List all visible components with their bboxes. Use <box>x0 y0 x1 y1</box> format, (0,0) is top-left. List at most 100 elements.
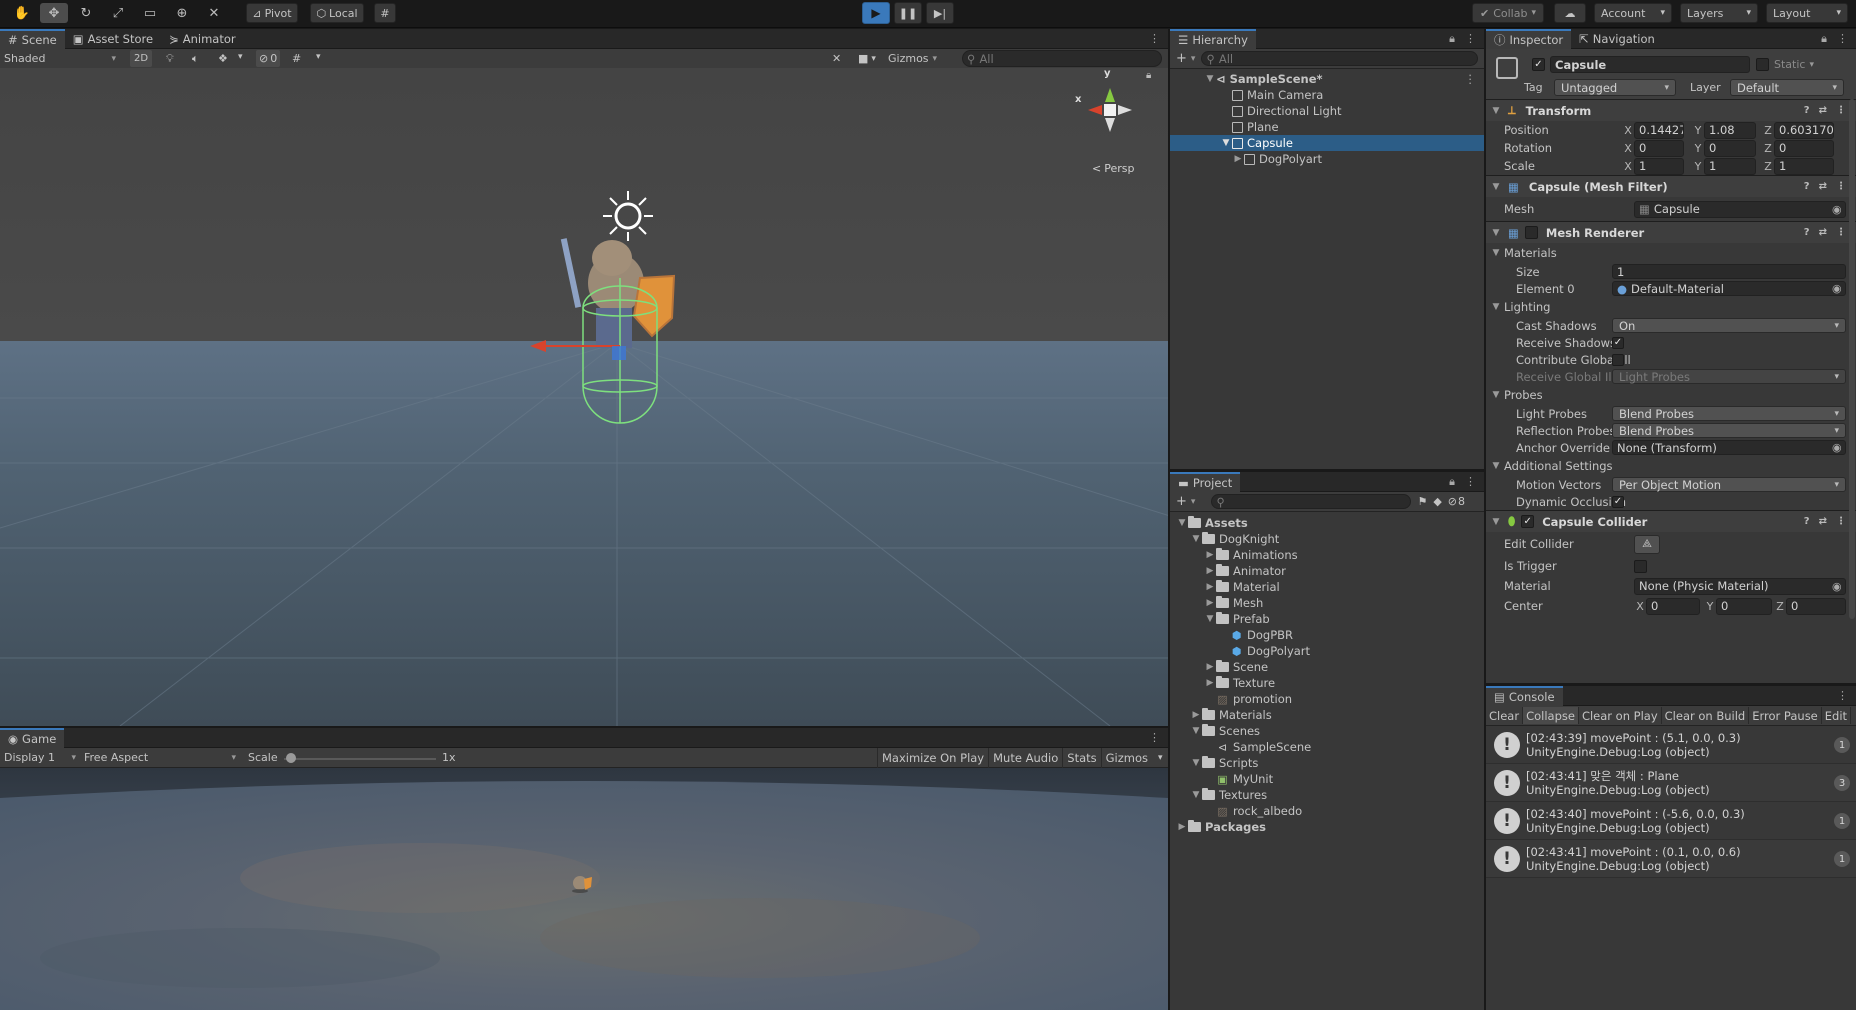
hierarchy-item-dogpolyart[interactable]: ▶ DogPolyart <box>1170 151 1484 167</box>
transform-tool-icon[interactable]: ⊕ <box>168 3 196 23</box>
project-item[interactable]: ▶ Material <box>1170 579 1484 595</box>
layers-dropdown[interactable]: Layers ▾ <box>1680 3 1758 23</box>
object-picker-icon[interactable]: ◉ <box>1832 580 1842 593</box>
scale-x-field[interactable]: 1 <box>1634 157 1684 175</box>
chevron-down-icon[interactable]: ▼ <box>1204 74 1216 84</box>
tab-console[interactable]: ▤ Console <box>1486 685 1563 706</box>
chevron-down-icon[interactable]: ▼ <box>1490 248 1502 258</box>
clear-button[interactable]: Clear <box>1486 707 1524 724</box>
tab-hierarchy[interactable]: ☰ Hierarchy <box>1170 28 1256 49</box>
capsule-collider-header[interactable]: ▼ ⬮ ✓ Capsule Collider ? ⇄ ⋮ <box>1486 510 1856 532</box>
position-z-field[interactable]: 0.603170 <box>1774 121 1834 139</box>
preset-icon[interactable]: ⇄ <box>1819 181 1827 192</box>
camera-dropdown[interactable]: ■ ▾ <box>858 52 876 65</box>
display-dropdown[interactable]: Display 1 <box>4 751 76 764</box>
hierarchy-item-main-camera[interactable]: Main Camera <box>1170 87 1484 103</box>
object-name-field[interactable]: Capsule <box>1550 56 1750 73</box>
center-x-field[interactable]: 0 <box>1646 597 1700 615</box>
help-icon[interactable]: ? <box>1804 105 1810 116</box>
chevron-down-icon[interactable]: ▼ <box>1204 614 1216 624</box>
edit-collider-button[interactable]: ⟁ <box>1634 534 1660 554</box>
scene-root[interactable]: ▼ ⊲ SampleScene* ⋮ <box>1170 71 1484 87</box>
lock-icon[interactable]: 🔒︎ <box>1146 70 1151 81</box>
clear-on-build-toggle[interactable]: Clear on Build <box>1662 707 1750 724</box>
scale-slider-track[interactable] <box>284 758 436 760</box>
layout-dropdown[interactable]: Layout ▾ <box>1766 3 1848 23</box>
console-entry[interactable]: ! [02:43:41] movePoint : (0.1, 0.0, 0.6) U… <box>1486 840 1856 878</box>
inspector-scrollbar[interactable] <box>1849 99 1855 619</box>
center-z-field[interactable]: 0 <box>1786 597 1846 615</box>
static-checkbox[interactable] <box>1756 58 1769 71</box>
materials-size-field[interactable]: 1 <box>1612 264 1846 279</box>
tab-asset-store[interactable]: ▣ Asset Store <box>65 29 161 49</box>
reflection-probes-dropdown[interactable]: Blend Probes <box>1612 423 1846 438</box>
create-dropdown[interactable]: + <box>1176 494 1195 509</box>
hidden-packages-toggle[interactable]: ⊘ 8 <box>1448 495 1465 508</box>
project-item[interactable]: ⬢ DogPBR <box>1170 627 1484 643</box>
effects-toggle-icon[interactable]: ❖ <box>218 52 228 65</box>
chevron-down-icon[interactable]: ▼ <box>1176 518 1188 528</box>
chevron-right-icon[interactable]: ▶ <box>1204 550 1216 560</box>
preset-icon[interactable]: ⇄ <box>1819 105 1827 116</box>
scale-y-field[interactable]: 1 <box>1704 157 1756 175</box>
mute-audio-toggle[interactable]: Mute Audio <box>989 748 1064 768</box>
chevron-right-icon[interactable]: ▶ <box>1204 678 1216 688</box>
rotation-y-field[interactable]: 0 <box>1704 139 1756 157</box>
play-button[interactable]: ▶ <box>862 2 890 24</box>
tab-scene[interactable]: # Scene <box>0 28 65 49</box>
hand-tool-icon[interactable]: ✋ <box>8 3 36 23</box>
project-item[interactable]: ▼ Scenes <box>1170 723 1484 739</box>
layer-dropdown[interactable]: Default <box>1730 79 1844 96</box>
step-button[interactable]: ▶| <box>926 2 954 24</box>
pivot-toggle[interactable]: ⊿ Pivot <box>246 3 298 23</box>
project-item[interactable]: ▶ Texture <box>1170 675 1484 691</box>
preset-icon[interactable]: ⇄ <box>1819 516 1827 527</box>
position-x-field[interactable]: 0.144270 <box>1634 121 1684 139</box>
orientation-gizmo[interactable] <box>1080 80 1140 140</box>
anchor-override-field[interactable]: None (Transform) <box>1612 440 1846 455</box>
mesh-filter-header[interactable]: ▼ ▦ Capsule (Mesh Filter) ? ⇄ ⋮ <box>1486 175 1856 197</box>
chevron-down-icon[interactable]: ▼ <box>1190 726 1202 736</box>
panel-menu-icon[interactable]: ⋮ <box>1837 32 1848 46</box>
help-icon[interactable]: ? <box>1804 227 1810 238</box>
chevron-down-icon[interactable]: ▼ <box>1190 790 1202 800</box>
grid-toggle-icon[interactable]: # <box>292 52 301 65</box>
collider-enabled-checkbox[interactable]: ✓ <box>1521 515 1535 528</box>
chevron-down-icon[interactable]: ▼ <box>1490 106 1502 116</box>
project-item[interactable]: ▶ Packages <box>1170 819 1484 835</box>
chevron-right-icon[interactable]: ▶ <box>1232 154 1244 164</box>
custom-tool-icon[interactable]: ✕ <box>200 3 228 23</box>
chevron-down-icon[interactable]: ▼ <box>1490 182 1502 192</box>
gizmos-dropdown[interactable]: Gizmos <box>888 52 937 65</box>
tab-project[interactable]: ▬ Project <box>1170 471 1241 492</box>
local-toggle[interactable]: ⬡ Local <box>310 3 364 23</box>
center-y-field[interactable]: 0 <box>1716 597 1772 615</box>
additional-settings-section[interactable]: ▼ Additional Settings <box>1486 456 1856 476</box>
chevron-down-icon[interactable]: ▾ <box>1152 753 1169 763</box>
panel-menu-icon[interactable]: ⋮ <box>1465 32 1476 46</box>
project-item[interactable]: ▨ promotion <box>1170 691 1484 707</box>
object-picker-icon[interactable]: ◉ <box>1832 441 1842 454</box>
panel-menu-icon[interactable]: ⋮ <box>1149 731 1168 744</box>
chevron-right-icon[interactable]: ▶ <box>1204 566 1216 576</box>
component-menu-icon[interactable]: ⋮ <box>1836 516 1846 527</box>
hierarchy-item-plane[interactable]: Plane <box>1170 119 1484 135</box>
console-entry[interactable]: ! [02:43:41] 맞은 객체 : Plane UnityEngine.Deb… <box>1486 764 1856 802</box>
position-y-field[interactable]: 1.08 <box>1704 121 1756 139</box>
chevron-right-icon[interactable]: ▶ <box>1204 582 1216 592</box>
console-entry[interactable]: ! [02:43:39] movePoint : (5.1, 0.0, 0.3) U… <box>1486 726 1856 764</box>
light-probes-dropdown[interactable]: Blend Probes <box>1612 406 1846 421</box>
game-viewport[interactable] <box>0 768 1168 1010</box>
editor-dropdown[interactable]: Edit <box>1822 707 1852 724</box>
clear-on-play-toggle[interactable]: Clear on Play <box>1579 707 1662 724</box>
collider-material-field[interactable]: None (Physic Material) <box>1634 577 1846 595</box>
object-picker-icon[interactable]: ◉ <box>1832 282 1842 295</box>
2d-toggle[interactable]: 2D <box>130 50 152 67</box>
hidden-objects-toggle[interactable]: ⊘ 0 <box>256 50 281 67</box>
tag-dropdown[interactable]: Untagged <box>1554 79 1676 96</box>
lighting-toggle-icon[interactable]: 💡︎ <box>166 52 174 66</box>
persp-toggle[interactable]: < Persp <box>1092 162 1134 175</box>
pause-button[interactable]: ❚❚ <box>894 2 922 24</box>
audio-toggle-icon[interactable]: 🔈︎ <box>192 52 199 66</box>
component-menu-icon[interactable]: ⋮ <box>1836 227 1846 238</box>
